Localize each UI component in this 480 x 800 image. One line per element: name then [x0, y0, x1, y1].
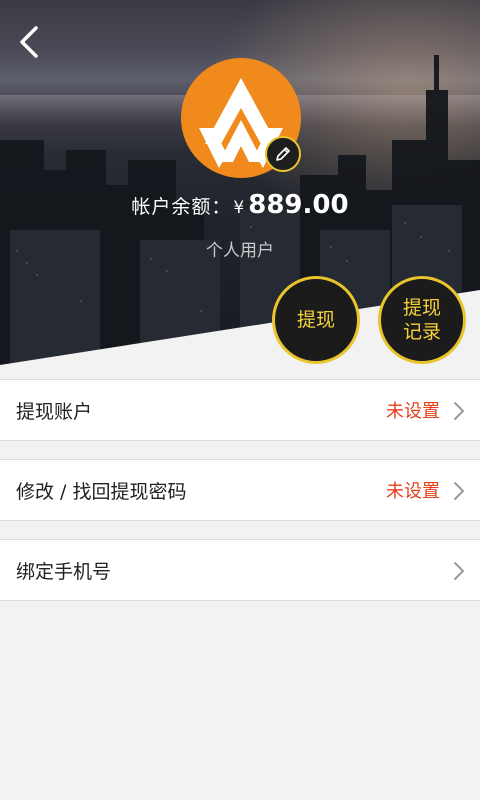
edit-avatar-button[interactable] [265, 136, 301, 172]
chevron-right-icon [454, 402, 464, 420]
chevron-right-icon [454, 562, 464, 580]
bind-phone-row[interactable]: 绑定手机号 [0, 539, 480, 601]
currency-symbol: ¥ [233, 198, 245, 218]
withdraw-records-button[interactable]: 提现 记录 [378, 276, 466, 364]
balance-amount: 889.00 [248, 190, 349, 220]
profile-header: 帐户余额： ¥889.00 个人用户 提现 提现 记录 [0, 0, 480, 365]
withdraw-password-label: 修改 / 找回提现密码 [16, 480, 187, 503]
back-button[interactable] [10, 22, 50, 62]
withdraw-button-label: 提现 [296, 309, 335, 331]
withdraw-password-row[interactable]: 修改 / 找回提现密码 未设置 [0, 459, 480, 521]
withdraw-records-button-label: 提现 记录 [402, 297, 441, 343]
withdraw-account-status: 未设置 [386, 401, 440, 422]
pencil-icon [276, 147, 290, 161]
balance-label: 帐户余额： [131, 196, 232, 218]
withdraw-account-label: 提现账户 [16, 400, 93, 423]
chevron-left-icon [20, 26, 38, 58]
withdraw-button[interactable]: 提现 [272, 276, 360, 364]
user-type-label: 个人用户 [206, 241, 274, 261]
bind-phone-label: 绑定手机号 [16, 560, 112, 583]
withdraw-password-status: 未设置 [386, 481, 440, 502]
chevron-right-icon [454, 482, 464, 500]
account-balance: 帐户余额： ¥889.00 [0, 190, 480, 220]
withdraw-account-row[interactable]: 提现账户 未设置 [0, 379, 480, 441]
